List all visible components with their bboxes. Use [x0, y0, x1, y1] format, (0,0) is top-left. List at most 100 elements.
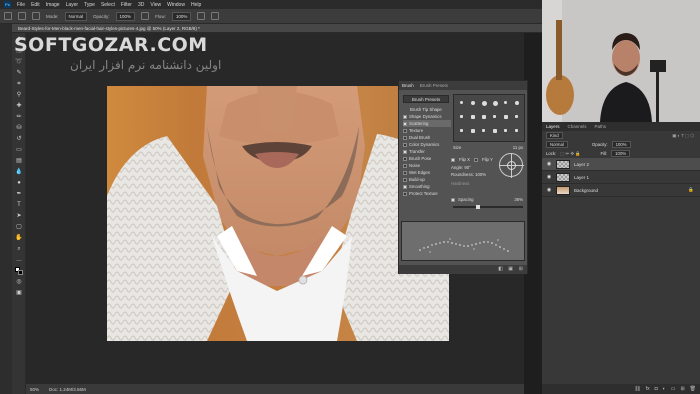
brush-tip-swatch[interactable] [460, 101, 463, 104]
size-value[interactable]: 11 px [513, 145, 523, 150]
spacing-slider-knob[interactable] [476, 205, 481, 209]
brush-presets-button[interactable]: Brush Presets [403, 95, 449, 103]
spacing-row[interactable]: Spacing 36% [451, 197, 525, 204]
tab-channels[interactable]: Channels [568, 124, 587, 129]
lock-icons[interactable]: ⬚ ✏ ✥ 🔒 [560, 151, 580, 157]
history-brush-tool-icon[interactable]: ↺ [15, 135, 23, 143]
new-layer-icon[interactable]: ⊞ [680, 386, 684, 392]
color-swatches-icon[interactable] [15, 267, 23, 275]
gradient-tool-icon[interactable]: ▤ [15, 157, 23, 165]
flip-y-checkbox[interactable] [473, 157, 478, 162]
brush-preset-picker-icon[interactable] [18, 12, 26, 20]
document-tab[interactable]: Beard-Styles-for-Men-black-men-facial-ha… [12, 24, 542, 33]
menu-edit[interactable]: Edit [31, 2, 40, 8]
layer-row[interactable]: ◉ Layer 2 [542, 158, 700, 171]
brush-size-row[interactable]: Size 11 px [453, 145, 525, 152]
blur-tool-icon[interactable]: 💧 [15, 168, 23, 176]
layer-row[interactable]: ◉ Layer 1 [542, 171, 700, 184]
fill-field[interactable]: 100% [611, 150, 631, 157]
brush-setting-checkbox[interactable] [403, 114, 407, 119]
visibility-eye-icon[interactable]: ◉ [546, 187, 552, 193]
spacing-checkbox[interactable] [451, 197, 455, 202]
brush-tip-swatch[interactable] [482, 101, 487, 106]
layer-kind-filter[interactable]: Kind [546, 132, 563, 139]
brush-setting-item[interactable]: Noise [403, 162, 451, 169]
new-brush-icon[interactable]: ▣ [508, 266, 513, 272]
brush-setting-checkbox[interactable] [403, 156, 407, 161]
create-brush-icon[interactable]: ⊞ [519, 266, 523, 272]
mask-icon[interactable]: ◘ [655, 386, 658, 392]
brush-setting-item[interactable]: Smoothing [403, 183, 451, 190]
shape-tool-icon[interactable]: ▢ [15, 223, 23, 231]
pen-tool-icon[interactable]: ✒ [15, 190, 23, 198]
brush-tip-swatch[interactable] [493, 115, 496, 118]
brush-tip-swatch[interactable] [471, 115, 475, 119]
trash-icon[interactable]: 🗑 [690, 386, 696, 392]
brush-setting-checkbox[interactable] [403, 170, 407, 175]
brush-tip-swatch[interactable] [471, 101, 475, 105]
hand-tool-icon[interactable]: ✋ [15, 234, 23, 242]
quick-select-tool-icon[interactable]: ✎ [15, 69, 23, 77]
fx-icon[interactable]: fx [646, 386, 650, 392]
mode-select[interactable]: Normal [64, 11, 88, 21]
crop-tool-icon[interactable]: ⌗ [15, 80, 23, 88]
link-icon[interactable]: ⛓ [634, 386, 640, 392]
zoom-level[interactable]: 50% [30, 387, 39, 392]
visibility-eye-icon[interactable]: ◉ [546, 161, 552, 167]
type-tool-icon[interactable]: T [15, 201, 23, 209]
tab-brush-presets[interactable]: Brush Presets [420, 83, 448, 88]
menu-layer[interactable]: Layer [66, 2, 79, 8]
path-select-tool-icon[interactable]: ➤ [15, 212, 23, 220]
menu-help[interactable]: Help [191, 2, 201, 8]
roundness-value[interactable]: 100% [475, 172, 486, 177]
menu-view[interactable]: View [150, 2, 161, 8]
brush-tool-icon[interactable] [4, 12, 12, 20]
brush-setting-checkbox[interactable] [403, 142, 407, 147]
brush-setting-item[interactable]: Color Dynamics [403, 141, 451, 148]
brush-tip-swatch[interactable] [504, 129, 507, 132]
brush-setting-checkbox[interactable] [403, 191, 407, 196]
brush-setting-item[interactable]: Brush Tip Shape [403, 106, 451, 113]
zoom-tool-icon[interactable]: ⌕ [15, 245, 23, 253]
brush-tip-swatch[interactable] [504, 101, 507, 104]
blend-mode-select[interactable]: Normal [546, 141, 568, 148]
menu-type[interactable]: Type [84, 2, 95, 8]
brush-tip-swatch[interactable] [504, 115, 508, 119]
airbrush-icon[interactable] [197, 12, 206, 20]
brush-tip-swatch[interactable] [471, 129, 475, 133]
eraser-tool-icon[interactable]: ▭ [15, 146, 23, 154]
pressure-size-icon[interactable] [211, 12, 220, 20]
spacing-slider[interactable] [453, 205, 523, 209]
brush-tip-swatch[interactable] [515, 115, 518, 118]
brush-tip-swatch[interactable] [515, 101, 519, 105]
menu-select[interactable]: Select [101, 2, 115, 8]
brush-setting-checkbox[interactable] [403, 149, 407, 154]
brush-setting-checkbox[interactable] [403, 121, 407, 126]
tab-paths[interactable]: Paths [595, 124, 607, 129]
filter-icons[interactable]: ▣ ◐ T ⬚ ⬡ [672, 133, 694, 139]
menu-3d[interactable]: 3D [138, 2, 144, 8]
flip-x-checkbox[interactable] [451, 157, 455, 162]
healing-tool-icon[interactable]: ✚ [15, 102, 23, 110]
quick-mask-icon[interactable]: ◎ [15, 278, 23, 286]
brush-setting-checkbox[interactable] [403, 184, 407, 189]
flow-field[interactable]: 100% [171, 11, 192, 21]
more-tools-icon[interactable]: … [15, 256, 23, 264]
tab-layers[interactable]: Layers [546, 124, 560, 129]
brush-setting-item[interactable]: Scattering [403, 120, 451, 127]
clone-stamp-tool-icon[interactable]: ⛁ [15, 124, 23, 132]
spacing-value[interactable]: 36% [514, 197, 523, 202]
lasso-tool-icon[interactable]: ➰ [15, 58, 23, 66]
brush-setting-checkbox[interactable] [403, 163, 407, 168]
screen-mode-icon[interactable]: ▣ [15, 289, 23, 297]
brush-setting-item[interactable]: Build-up [403, 176, 451, 183]
brush-setting-checkbox[interactable] [403, 128, 407, 133]
eyedropper-tool-icon[interactable]: ⚲ [15, 91, 23, 99]
angle-value[interactable]: 90° [464, 165, 471, 170]
menu-image[interactable]: Image [46, 2, 60, 8]
brush-tip-swatch[interactable] [460, 129, 463, 132]
folder-icon[interactable]: ▭ [671, 386, 676, 392]
brush-tip-swatch[interactable] [515, 129, 518, 132]
brush-tool-icon[interactable]: ✏ [15, 113, 23, 121]
layer-row[interactable]: ◉ Background 🔒 [542, 184, 700, 197]
